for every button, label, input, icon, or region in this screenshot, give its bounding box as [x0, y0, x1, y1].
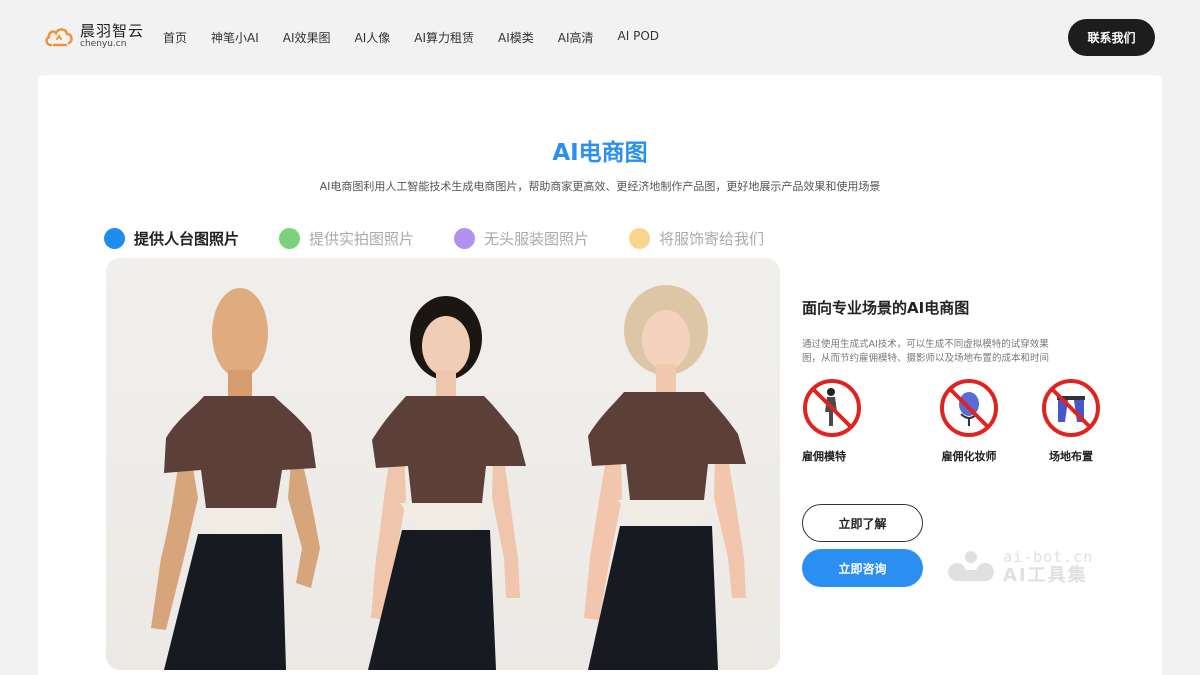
page-subtitle: AI电商图利用人工智能技术生成电商图片，帮助商家更高效、更经济地制作产品图，更好… [319, 180, 881, 193]
consult-now-button[interactable]: 立即咨询 [802, 549, 923, 587]
tab-label: 提供实拍图照片 [309, 230, 415, 248]
tab-label: 将服饰寄给我们 [659, 230, 765, 248]
feature-panel: 面向专业场景的AI电商图 通过使用生成式AI技术，可以生成不同虚拟模特的试穿效果… [802, 297, 1122, 587]
saving-item-label: 雇佣化妆师 [941, 450, 997, 463]
model-figure [368, 296, 526, 670]
tab-mail-garment[interactable]: 将服饰寄给我们 [629, 228, 764, 249]
brand-logo[interactable]: 晨羽智云 chenyu.cn [44, 24, 144, 49]
cloud-logo-icon [44, 25, 74, 49]
nav-item-ai-pod[interactable]: AI POD [618, 29, 659, 46]
showcase-image [106, 258, 780, 670]
tab-headless-garment-photo[interactable]: 无头服装图照片 [454, 228, 589, 249]
saving-item-label: 雇佣模特 [802, 450, 846, 463]
top-navigation-bar: 晨羽智云 chenyu.cn 首页 神笔小AI AI效果图 AI人像 AI算力租… [0, 0, 1200, 76]
saving-item-model: 雇佣模特 [802, 378, 862, 464]
savings-icon-row: 雇佣模特 雇佣化妆师 场地布置 [802, 378, 1122, 464]
mannequin-figure [151, 288, 320, 670]
brand-name: 晨羽智云 [80, 22, 145, 40]
feature-title: 面向专业场景的AI电商图 [802, 299, 970, 317]
nav-item-ai-hd[interactable]: AI高清 [558, 29, 594, 46]
tab-dot-icon [104, 228, 125, 249]
nav-item-ai-compute-rental[interactable]: AI算力租赁 [414, 29, 474, 46]
saving-item-venue: 场地布置 [1020, 378, 1122, 464]
learn-more-button[interactable]: 立即了解 [802, 504, 923, 542]
source-type-tabs: 提供人台图照片 提供实拍图照片 无头服装图照片 将服饰寄给我们 [104, 228, 804, 249]
tab-dot-icon [279, 228, 301, 249]
brand-domain: chenyu.cn [80, 39, 127, 49]
nav-item-home[interactable]: 首页 [163, 29, 187, 46]
tab-dot-icon [629, 228, 651, 249]
no-model-icon [802, 378, 862, 442]
saving-item-label: 场地布置 [1049, 450, 1093, 463]
model-figure [584, 285, 746, 670]
saving-item-makeup-artist: 雇佣化妆师 [918, 378, 1020, 464]
watermark-name: AI工具集 [1003, 564, 1088, 586]
watermark-domain: ai-bot.cn [1003, 547, 1094, 566]
tab-real-photo[interactable]: 提供实拍图照片 [279, 228, 414, 249]
tab-label: 提供人台图照片 [134, 230, 240, 248]
nav-item-ai-portrait[interactable]: AI人像 [355, 29, 391, 46]
nav-item-shenbi-ai[interactable]: 神笔小AI [211, 29, 259, 46]
tab-label: 无头服装图照片 [484, 230, 590, 248]
site-watermark: ai-bot.cn AI工具集 [945, 548, 1093, 586]
tab-dot-icon [454, 228, 476, 249]
watermark-logo-icon [945, 548, 997, 586]
contact-us-button[interactable]: 联系我们 [1068, 19, 1155, 56]
nav-item-ai-render[interactable]: AI效果图 [283, 29, 331, 46]
no-makeup-artist-icon [939, 378, 999, 442]
feature-description: 通过使用生成式AI技术，可以生成不同虚拟模特的试穿效果图，从而节约雇佣模特、摄影… [802, 339, 1050, 364]
page-title: AI电商图 [552, 140, 648, 166]
main-nav: 首页 神笔小AI AI效果图 AI人像 AI算力租赁 AI模类 AI高清 AI … [163, 29, 683, 46]
no-venue-icon [1041, 378, 1101, 442]
tab-mannequin-photo[interactable]: 提供人台图照片 [104, 228, 239, 249]
nav-item-ai-model[interactable]: AI模类 [498, 29, 534, 46]
